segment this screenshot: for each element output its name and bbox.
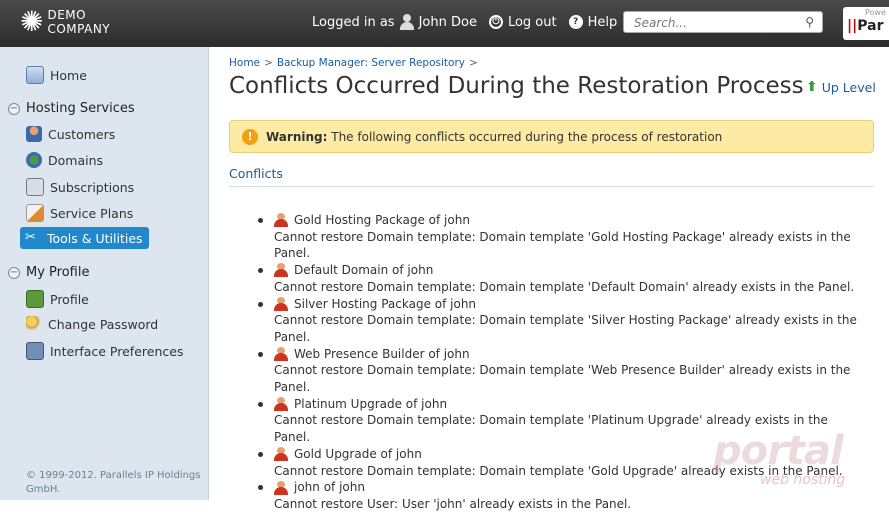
sidebar-item-label: Home [50, 67, 87, 83]
company-logo[interactable]: ✺ DEMO COMPANY [20, 5, 111, 38]
power-icon: ⏻ [488, 15, 503, 29]
page-title: Conflicts Occurred During the Restoratio… [229, 73, 804, 99]
list-item: Web Presence Builder of john Cannot rest… [258, 346, 858, 396]
up-arrow-icon: ⬆ [806, 79, 818, 95]
sidebar-item-service-plans[interactable]: Service Plans [26, 204, 133, 222]
conflict-name: Gold Hosting Package of john [294, 213, 470, 227]
footer-line1: © 1999-2012. Parallels IP Holdings [26, 470, 201, 481]
brand-text: Par [857, 18, 884, 34]
user-icon [274, 263, 288, 278]
powered-by-text: Powe [865, 8, 886, 17]
conflict-name: Gold Upgrade of john [294, 446, 422, 461]
user-icon [274, 447, 288, 462]
logo-line1: DEMO [47, 8, 87, 22]
sidebar: Home − Hosting Services Customers Domain… [0, 47, 209, 500]
conflict-name: Web Presence Builder of john [294, 346, 470, 361]
key-icon [26, 316, 42, 332]
user-name-link[interactable]: John Doe [419, 15, 477, 30]
sidebar-item-label: Profile [50, 291, 89, 307]
section-divider [229, 186, 874, 187]
up-level-label: Up Level [821, 79, 876, 95]
help-label: Help [587, 14, 618, 30]
user-icon [274, 480, 288, 495]
warning-text: The following conflicts occurred during … [331, 129, 723, 144]
conflict-name: Silver Hosting Package of john [294, 296, 477, 311]
profile-icon [26, 290, 44, 308]
section-my-profile[interactable]: − My Profile [8, 265, 89, 280]
sidebar-item-subscriptions[interactable]: Subscriptions [26, 178, 134, 196]
search-box: ⚲ [623, 11, 823, 33]
conflict-name: Platinum Upgrade of john [294, 396, 448, 411]
conflict-name: john of john [294, 480, 365, 495]
sidebar-item-label: Domains [48, 152, 104, 168]
breadcrumb-home-link[interactable]: Home [229, 57, 260, 69]
list-item: Default Domain of john Cannot restore Do… [258, 262, 858, 295]
logged-in-label: Logged in as [312, 14, 395, 30]
user-icon [274, 213, 288, 228]
watermark-subtitle: web hosting [760, 472, 846, 488]
section-label: My Profile [26, 265, 90, 280]
sidebar-item-label: Tools & Utilities [47, 230, 143, 246]
breadcrumb: Home > Backup Manager: Server Repository > [229, 57, 478, 69]
help-icon: ? [568, 15, 583, 29]
user-icon [274, 296, 288, 311]
sidebar-item-label: Service Plans [50, 205, 134, 221]
help-button[interactable]: ? Help [568, 14, 618, 30]
warning-label: Warning: [266, 129, 328, 144]
conflict-message: Cannot restore Domain template: Domain t… [274, 229, 851, 261]
warning-message: ! Warning: The following conflicts occur… [229, 120, 874, 153]
logo-star-icon: ✺ [20, 5, 44, 38]
subscriptions-icon [26, 178, 44, 196]
search-icon[interactable]: ⚲ [805, 15, 814, 29]
service-plans-icon [26, 204, 44, 222]
sidebar-item-home[interactable]: Home [26, 66, 87, 84]
sidebar-item-interface-preferences[interactable]: Interface Preferences [26, 342, 183, 360]
logout-button[interactable]: ⏻ Log out [488, 14, 557, 30]
customers-icon [26, 126, 42, 142]
collapse-icon[interactable]: − [8, 266, 20, 279]
parallels-logo[interactable]: Powe ||Par [843, 7, 889, 40]
collapse-icon[interactable]: − [8, 102, 20, 115]
home-icon [26, 66, 44, 84]
domains-icon [26, 152, 42, 168]
sidebar-item-tools-utilities[interactable]: ✂ Tools & Utilities [20, 227, 149, 249]
user-area: Logged in as John Doe ⏻ Log out ? Help [312, 14, 629, 30]
conflicts-section-title: Conflicts [229, 166, 283, 181]
list-item: Silver Hosting Package of john Cannot re… [258, 296, 858, 346]
list-item: Gold Hosting Package of john Cannot rest… [258, 212, 858, 262]
conflict-message: Cannot restore Domain template: Domain t… [274, 313, 857, 344]
user-icon [399, 14, 414, 30]
section-hosting-services[interactable]: − Hosting Services [8, 101, 135, 116]
conflict-message: Cannot restore Domain template: Domain t… [274, 363, 851, 395]
footer-line2: GmbH. [26, 484, 61, 495]
sidebar-item-domains[interactable]: Domains [26, 152, 103, 168]
user-icon [274, 346, 288, 361]
tools-icon: ✂ [25, 230, 36, 245]
logo-line2: COMPANY [47, 22, 111, 36]
logout-label: Log out [507, 14, 557, 30]
sidebar-item-label: Customers [48, 126, 116, 142]
sidebar-item-label: Change Password [48, 316, 159, 332]
sidebar-item-label: Subscriptions [50, 179, 135, 195]
sidebar-item-change-password[interactable]: Change Password [26, 316, 158, 332]
sidebar-item-customers[interactable]: Customers [26, 126, 115, 142]
top-bar: ✺ DEMO COMPANY Logged in as John Doe ⏻ L… [0, 0, 889, 47]
warning-icon: ! [242, 128, 258, 145]
search-input[interactable] [632, 13, 801, 33]
conflict-message: Cannot restore Domain template: Domain t… [274, 279, 855, 294]
sidebar-item-label: Interface Preferences [50, 343, 184, 359]
section-label: Hosting Services [26, 101, 135, 116]
conflict-message: Cannot restore User: User 'john' already… [274, 496, 632, 511]
conflict-name: Default Domain of john [294, 263, 434, 278]
sidebar-item-profile[interactable]: Profile [26, 290, 89, 308]
breadcrumb-backup-manager-link[interactable]: Backup Manager: Server Repository [277, 57, 465, 69]
preferences-icon [26, 342, 44, 360]
up-level-button[interactable]: ⬆ Up Level [806, 79, 876, 95]
copyright-footer: © 1999-2012. Parallels IP Holdings GmbH. [26, 469, 200, 497]
watermark-logo: portal [713, 428, 844, 474]
user-icon [274, 397, 288, 412]
